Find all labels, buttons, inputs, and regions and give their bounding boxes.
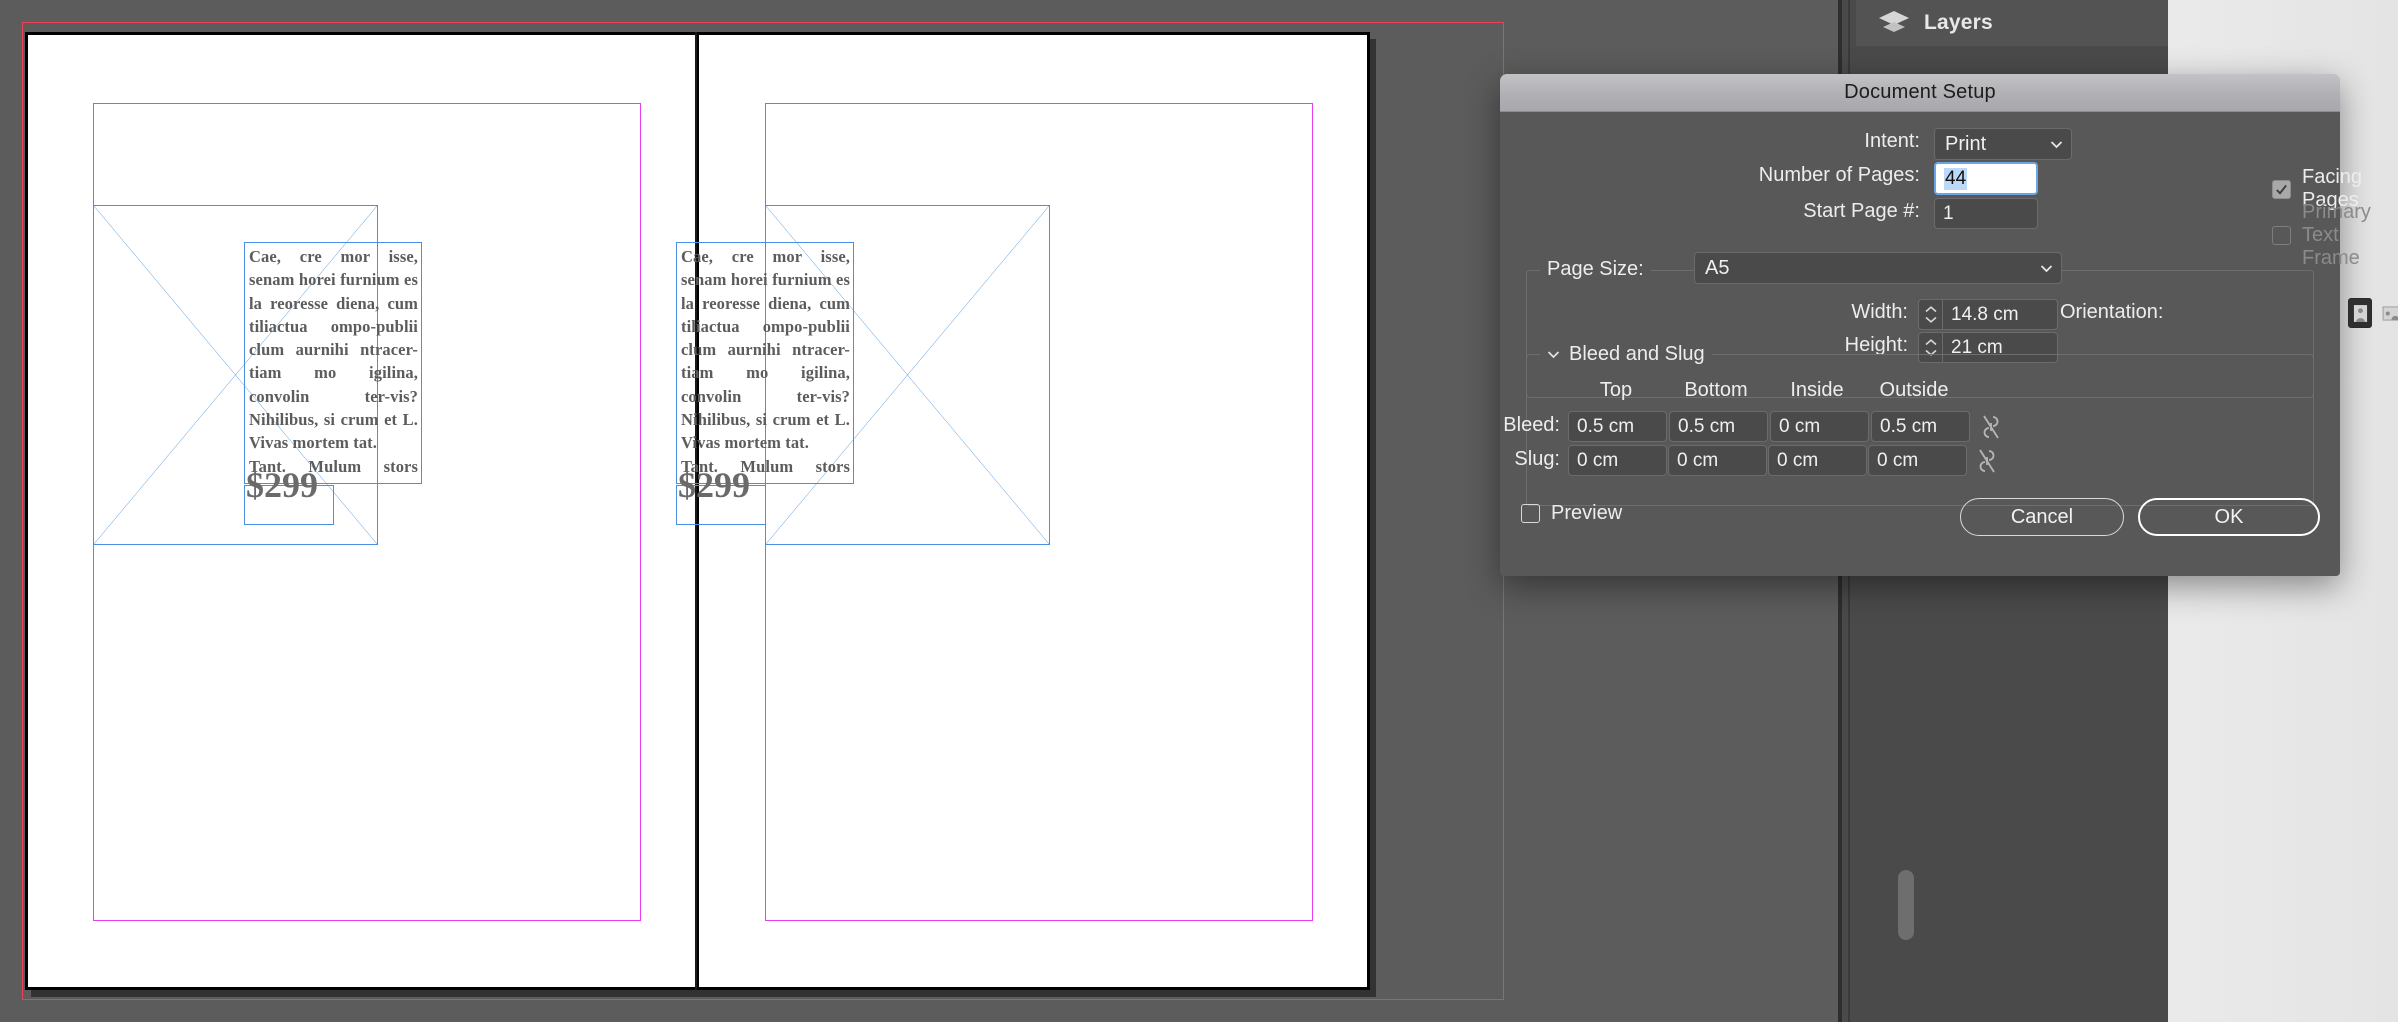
- preview-checkbox[interactable]: [1521, 504, 1540, 523]
- chevron-down-icon[interactable]: [1924, 316, 1937, 323]
- cancel-button-label: Cancel: [2010, 505, 2074, 528]
- column-header-top: Top: [1599, 379, 1633, 401]
- layers-icon: [1878, 9, 1910, 37]
- bleed-row-label: Bleed:: [1503, 414, 1560, 436]
- intent-label: Intent:: [1864, 130, 1920, 152]
- number-of-pages-label: Number of Pages:: [1758, 164, 1920, 186]
- chevron-up-icon[interactable]: [1924, 306, 1937, 313]
- panel-scrollbar[interactable]: [1898, 870, 1914, 940]
- intent-select[interactable]: Print: [1934, 128, 2072, 160]
- portrait-page-icon: [2353, 304, 2367, 322]
- layers-panel-tab[interactable]: Layers: [1856, 0, 2168, 46]
- slug-row-label: Slug:: [1514, 448, 1560, 470]
- layers-panel-label: Layers: [1924, 11, 1993, 34]
- bleed-top-value: 0.5 cm: [1577, 415, 1635, 437]
- link-bleed-values-icon[interactable]: [1981, 414, 2001, 440]
- bleed-row-fields[interactable]: 0.5 cm 0.5 cm 0 cm 0.5 cm: [1568, 411, 2001, 442]
- preview-label: Preview: [1551, 502, 1623, 524]
- start-page-value: 1: [1943, 202, 1954, 224]
- dialog-title: Document Setup: [1844, 81, 1996, 103]
- column-header-outside: Outside: [1879, 379, 1949, 401]
- dialog-titlebar[interactable]: Document Setup: [1500, 74, 2340, 112]
- landscape-page-icon: [2382, 305, 2398, 321]
- start-page-label-wrap: Start Page #:: [1500, 200, 1920, 223]
- ok-button-label: OK: [2214, 505, 2244, 528]
- text-frame-left[interactable]: Cae, cre mor isse, senam horei furnium e…: [244, 242, 422, 484]
- orientation-portrait-button[interactable]: [2348, 298, 2372, 328]
- cancel-button[interactable]: Cancel: [1960, 498, 2124, 536]
- bleed-outside-value: 0.5 cm: [1880, 415, 1938, 437]
- ok-button[interactable]: OK: [2138, 498, 2320, 536]
- bleed-bottom-value: 0.5 cm: [1678, 415, 1736, 437]
- bleed-top-input[interactable]: 0.5 cm: [1568, 411, 1667, 442]
- bleed-bottom-input[interactable]: 0.5 cm: [1669, 411, 1768, 442]
- bleed-and-slug-legend[interactable]: Bleed and Slug: [1540, 343, 1712, 366]
- bleed-inside-value: 0 cm: [1779, 415, 1821, 437]
- width-value: 14.8 cm: [1951, 303, 2019, 325]
- bleed-and-slug-legend-text: Bleed and Slug: [1569, 343, 1705, 365]
- width-label: Width:: [1851, 301, 1908, 323]
- price-label: $299: [246, 465, 318, 505]
- width-stepper[interactable]: [1918, 299, 1942, 330]
- primary-text-frame-checkbox[interactable]: [2272, 226, 2291, 245]
- facing-pages-checkbox[interactable]: [2272, 179, 2291, 199]
- slug-row-label-wrap: Slug:: [1500, 448, 1560, 471]
- intent-label-wrap: Intent:: [1500, 130, 1920, 153]
- intent-value: Print: [1945, 132, 1987, 155]
- slug-top-value: 0 cm: [1577, 449, 1619, 471]
- check-icon: [2276, 184, 2287, 195]
- chevron-up-icon[interactable]: [1924, 339, 1937, 346]
- orientation-label: Orientation:: [2060, 301, 2164, 323]
- orientation-landscape-button[interactable]: [2379, 298, 2398, 328]
- primary-text-frame-label: Primary Text Frame: [2302, 201, 2371, 269]
- slug-inside-input[interactable]: 0 cm: [1768, 445, 1867, 476]
- width-control[interactable]: 14.8 cm: [1918, 299, 2058, 330]
- bleed-outside-input[interactable]: 0.5 cm: [1871, 411, 1970, 442]
- orientation-label-wrap: Orientation:: [2060, 301, 2163, 324]
- bleed-inside-input[interactable]: 0 cm: [1770, 411, 1869, 442]
- primary-text-frame-checkbox-row[interactable]: Primary Text Frame: [2272, 201, 2371, 270]
- number-of-pages-value: 44: [1944, 167, 1968, 190]
- slug-top-input[interactable]: 0 cm: [1568, 445, 1667, 476]
- page-size-value: A5: [1705, 256, 1730, 279]
- column-header-inside: Inside: [1790, 379, 1844, 401]
- preview-checkbox-row[interactable]: Preview: [1521, 502, 1622, 525]
- chevron-down-icon: [2050, 140, 2063, 148]
- column-header-bottom: Bottom: [1684, 379, 1748, 401]
- link-slug-values-icon[interactable]: [1977, 448, 1997, 474]
- start-page-input[interactable]: 1: [1934, 198, 2038, 229]
- start-page-label: Start Page #:: [1803, 200, 1920, 222]
- document-setup-dialog[interactable]: Document Setup Intent: Print Number of P…: [1500, 74, 2398, 577]
- orientation-buttons[interactable]: [2348, 298, 2398, 328]
- slug-bottom-value: 0 cm: [1677, 449, 1719, 471]
- price-frame-left[interactable]: $299: [244, 465, 334, 525]
- slug-inside-value: 0 cm: [1777, 449, 1819, 471]
- chevron-down-icon: [2040, 264, 2053, 272]
- page-size-label: Page Size:: [1540, 258, 1651, 281]
- body-paragraph: Cae, cre mor isse, senam horei furnium e…: [249, 247, 418, 453]
- price-label: $299: [678, 465, 750, 505]
- slug-bottom-input[interactable]: 0 cm: [1668, 445, 1767, 476]
- slug-outside-input[interactable]: 0 cm: [1868, 445, 1967, 476]
- slug-outside-value: 0 cm: [1877, 449, 1919, 471]
- chevron-down-icon[interactable]: [1547, 350, 1560, 359]
- number-of-pages-input[interactable]: 44: [1934, 162, 2038, 195]
- page-size-select[interactable]: A5: [1694, 252, 2062, 284]
- page-size-legend-text: Page Size:: [1547, 258, 1644, 280]
- text-frame-right[interactable]: Cae, cre mor isse, senam horei furnium e…: [676, 242, 854, 484]
- price-frame-right[interactable]: $299: [676, 465, 766, 525]
- width-label-wrap: Width:: [1500, 301, 1908, 324]
- slug-row-fields[interactable]: 0 cm 0 cm 0 cm 0 cm: [1568, 445, 1997, 476]
- body-paragraph: Cae, cre mor isse, senam horei furnium e…: [681, 247, 850, 453]
- number-of-pages-label-wrap: Number of Pages:: [1500, 164, 1920, 187]
- bleed-row-label-wrap: Bleed:: [1500, 414, 1560, 437]
- dialog-body: Intent: Print Number of Pages: 44 Facing…: [1500, 112, 2398, 577]
- width-input[interactable]: 14.8 cm: [1942, 299, 2058, 330]
